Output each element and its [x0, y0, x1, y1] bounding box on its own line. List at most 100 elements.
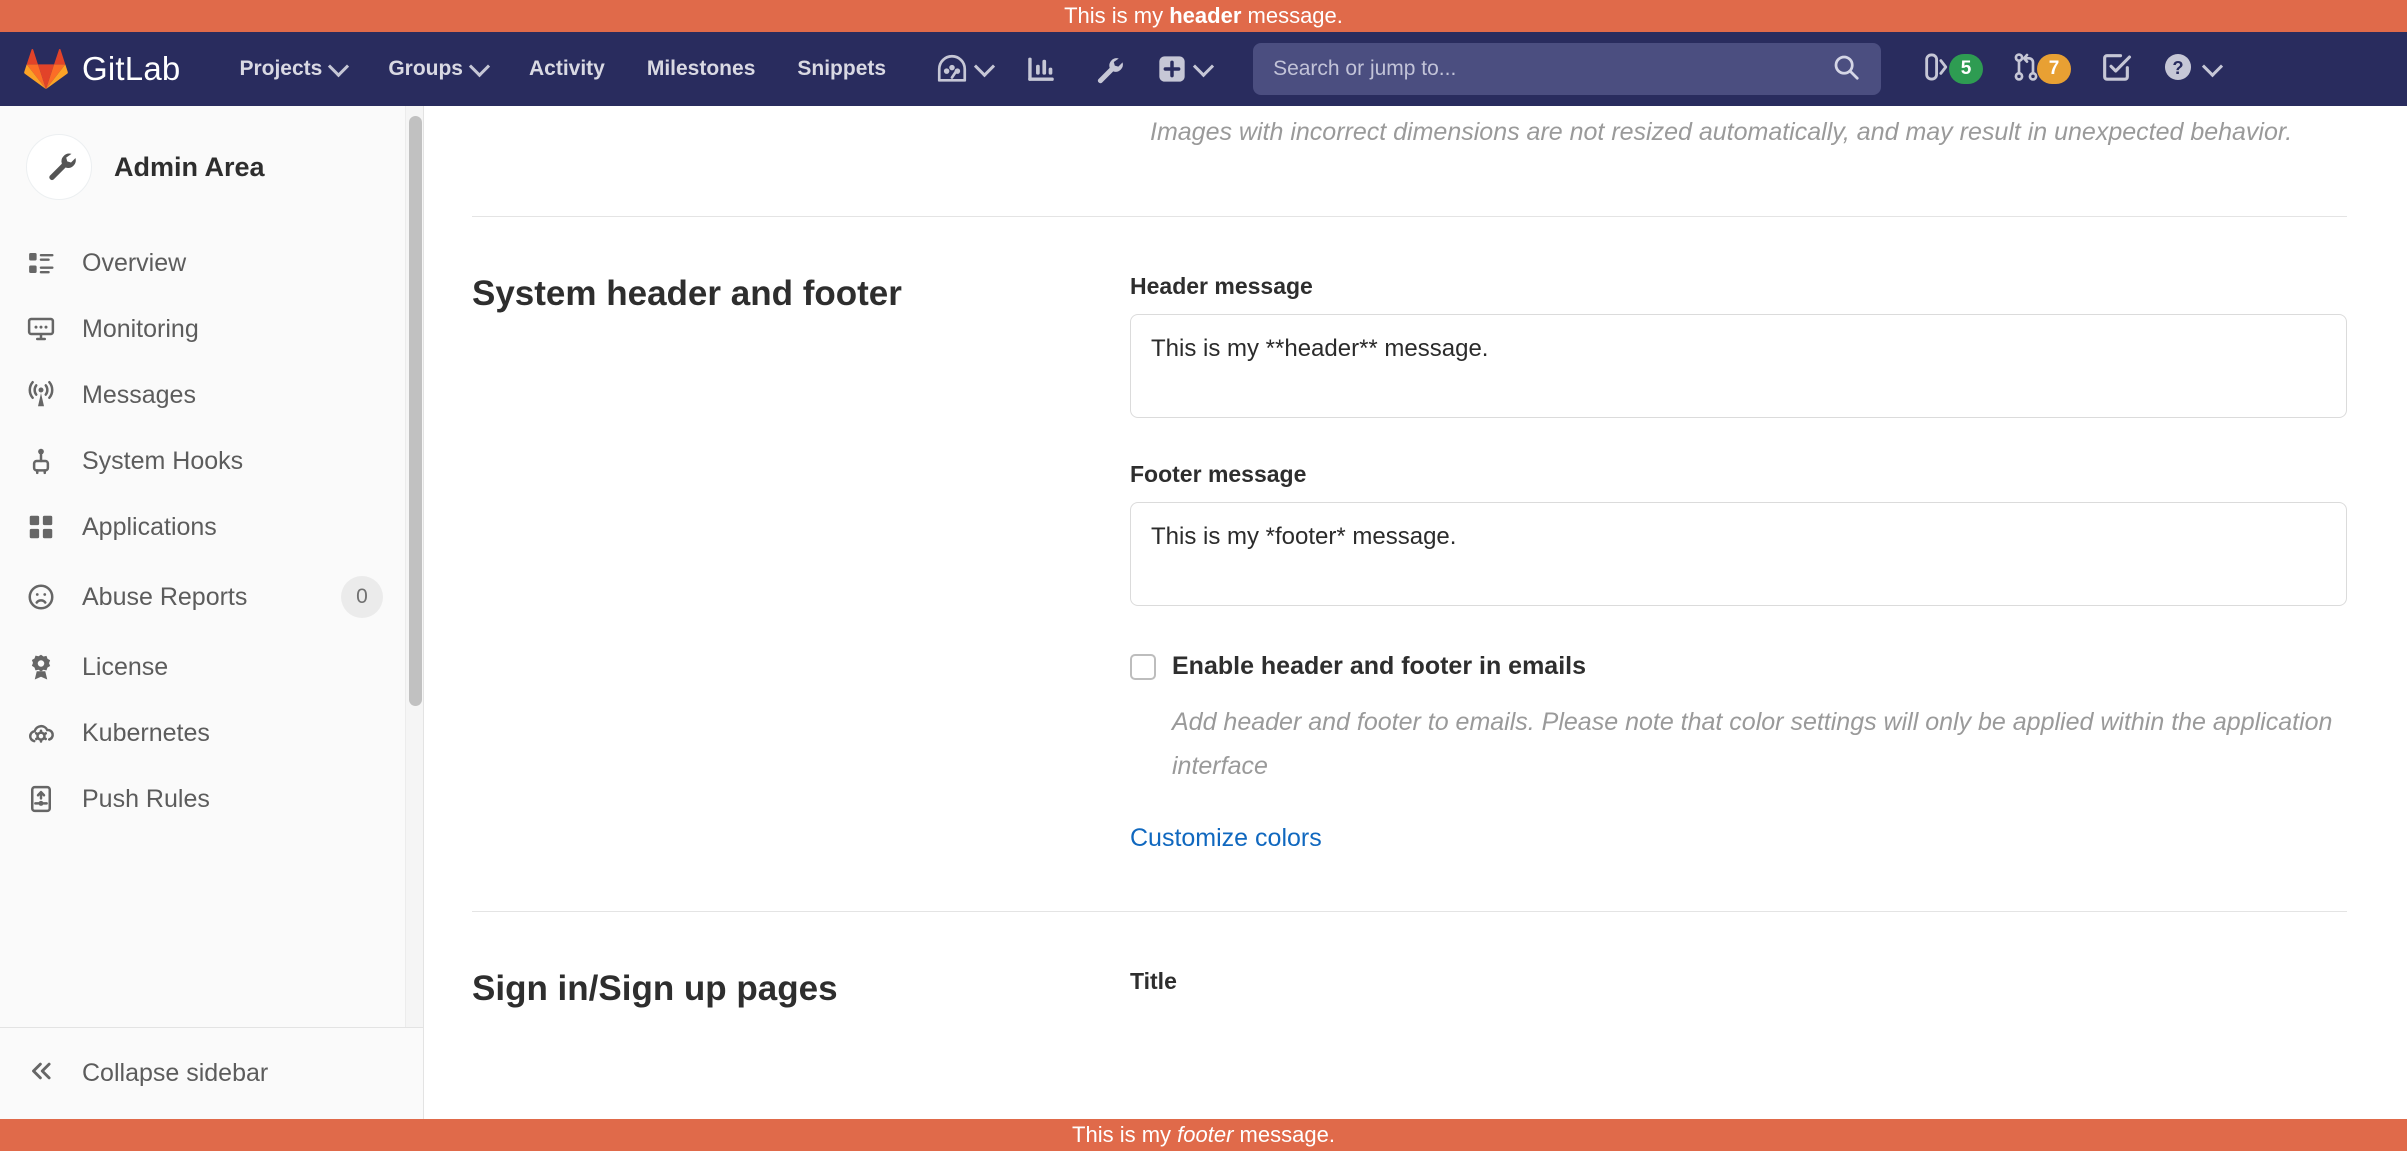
double-chevron-left-icon: [26, 1056, 56, 1091]
help-question-icon: ?: [2161, 50, 2195, 89]
todos-checkbox-icon: [2099, 50, 2133, 89]
chevron-down-icon: [328, 56, 349, 77]
sidebar-header[interactable]: Admin Area: [0, 106, 423, 230]
brand-name: GitLab: [82, 50, 180, 88]
nav-link-activity[interactable]: Activity: [508, 47, 626, 91]
nav-link-projects[interactable]: Projects: [218, 47, 367, 91]
kubernetes-cloud-icon: [26, 718, 56, 748]
merge-requests-counter[interactable]: 7: [1997, 42, 2085, 97]
nav-link-snippets[interactable]: Snippets: [776, 47, 907, 91]
footer-message-field: Footer message: [1130, 461, 2347, 611]
plus-square-icon: [1156, 53, 1188, 85]
sidebar-item-monitoring[interactable]: Monitoring: [0, 296, 423, 362]
search-icon: [1831, 52, 1861, 87]
avatar: [26, 134, 92, 200]
admin-wrench-icon: [1090, 52, 1124, 86]
sidebar-item-license[interactable]: License: [0, 634, 423, 700]
nav-link-groups[interactable]: Groups: [367, 47, 508, 91]
system-footer-banner: This is my footer message.: [0, 1119, 2407, 1151]
header-message-label: Header message: [1130, 273, 2347, 300]
sad-face-icon: [26, 582, 56, 612]
footer-banner-suffix: message.: [1233, 1122, 1335, 1147]
footer-banner-prefix: This is my: [1072, 1122, 1177, 1147]
bottom-section-title-label: Title: [1130, 968, 2347, 995]
applications-grid-icon: [26, 512, 56, 542]
chevron-down-icon: [1193, 56, 1214, 77]
admin-sidebar: Admin Area Overview: [0, 106, 424, 1119]
help-menu-button[interactable]: ?: [2147, 42, 2234, 97]
monitor-icon: [26, 314, 56, 344]
sidebar-item-applications[interactable]: Applications: [0, 494, 423, 560]
nav-link-milestones[interactable]: Milestones: [626, 47, 777, 91]
sidebar-item-abuse-reports-label: Abuse Reports: [82, 583, 315, 612]
collapse-sidebar-button[interactable]: Collapse sidebar: [0, 1040, 423, 1107]
bottom-section-heading-column: Sign in/Sign up pages: [472, 968, 1130, 1010]
collapse-sidebar-label: Collapse sidebar: [82, 1059, 268, 1088]
nav-link-snippets-label: Snippets: [797, 57, 886, 81]
header-banner-bold: header: [1169, 3, 1241, 28]
dashboard-speedometer-icon: [935, 52, 969, 86]
system-header-footer-section: System header and footer Header message …: [472, 217, 2347, 853]
sidebar-item-system-hooks[interactable]: System Hooks: [0, 428, 423, 494]
nav-link-milestones-label: Milestones: [647, 57, 756, 81]
todos-button[interactable]: [2085, 42, 2147, 97]
sidebar-item-applications-label: Applications: [82, 513, 397, 542]
primary-nav-links: Projects Groups Activity Milestones Snip…: [218, 47, 907, 91]
sidebar-item-monitoring-label: Monitoring: [82, 315, 397, 344]
top-navbar: GitLab Projects Groups Activity Mileston…: [0, 32, 2407, 106]
nav-link-activity-label: Activity: [529, 57, 605, 81]
gitlab-brand[interactable]: GitLab: [24, 48, 180, 90]
sign-in-sign-up-section: Sign in/Sign up pages Title: [472, 912, 2347, 1010]
sidebar-item-messages[interactable]: Messages: [0, 362, 423, 428]
svg-text:?: ?: [2172, 57, 2183, 78]
chevron-down-icon: [469, 56, 490, 77]
header-banner-prefix: This is my: [1064, 3, 1169, 28]
wrench-icon: [41, 147, 77, 188]
broadcast-icon: [26, 380, 56, 410]
overview-list-icon: [26, 248, 56, 278]
header-message-textarea[interactable]: [1130, 314, 2347, 418]
chevron-down-icon: [974, 56, 995, 77]
navbar-counters: 5 7: [1907, 42, 2234, 97]
image-dimensions-help-text: Images with incorrect dimensions are not…: [1150, 106, 2347, 154]
sidebar-item-abuse-reports[interactable]: Abuse Reports 0: [0, 560, 423, 634]
gitlab-logo-icon: [24, 48, 68, 90]
analytics-chart-icon: [1024, 52, 1058, 86]
push-rules-icon: [26, 784, 56, 814]
analytics-button[interactable]: [1008, 42, 1074, 96]
main-content: Images with incorrect dimensions are not…: [424, 106, 2407, 1119]
sidebar-item-kubernetes[interactable]: Kubernetes: [0, 700, 423, 766]
footer-message-label: Footer message: [1130, 461, 2347, 488]
new-item-button[interactable]: [1140, 43, 1227, 95]
sidebar-footer: Collapse sidebar: [0, 1027, 423, 1119]
sidebar-item-messages-label: Messages: [82, 381, 397, 410]
admin-area-button[interactable]: [1074, 42, 1140, 96]
footer-message-textarea[interactable]: [1130, 502, 2347, 606]
search-input[interactable]: [1273, 57, 1831, 81]
hook-icon: [26, 446, 56, 476]
sidebar-scrollbar[interactable]: [405, 106, 423, 1027]
sidebar-item-kubernetes-label: Kubernetes: [82, 719, 397, 748]
bottom-section-fields-column: Title: [1130, 968, 2347, 1010]
enable-header-footer-emails-checkbox[interactable]: [1130, 654, 1156, 680]
bottom-section-title: Sign in/Sign up pages: [472, 968, 1090, 1010]
system-header-banner: This is my header message.: [0, 0, 2407, 32]
sidebar-scrollbar-thumb[interactable]: [409, 116, 422, 706]
footer-banner-italic: footer: [1177, 1122, 1233, 1147]
sidebar-scroll-area: Admin Area Overview: [0, 106, 423, 1027]
enable-header-footer-emails-help: Add header and footer to emails. Please …: [1172, 700, 2347, 788]
sidebar-item-push-rules-label: Push Rules: [82, 785, 397, 814]
sidebar-item-system-hooks-label: System Hooks: [82, 447, 397, 476]
issues-count-badge: 5: [1949, 54, 1983, 84]
enable-header-footer-emails-label[interactable]: Enable header and footer in emails: [1172, 649, 1586, 684]
navbar-icon-buttons: [919, 42, 1227, 96]
section-title: System header and footer: [472, 273, 1090, 315]
global-search[interactable]: [1253, 43, 1881, 95]
header-message-field: Header message: [1130, 273, 2347, 423]
sidebar-item-push-rules[interactable]: Push Rules: [0, 766, 423, 832]
issues-counter[interactable]: 5: [1907, 42, 1997, 97]
merge-requests-count-badge: 7: [2037, 54, 2071, 84]
customize-colors-link[interactable]: Customize colors: [1130, 824, 1322, 853]
sidebar-item-overview[interactable]: Overview: [0, 230, 423, 296]
dashboard-menu-button[interactable]: [919, 42, 1008, 96]
